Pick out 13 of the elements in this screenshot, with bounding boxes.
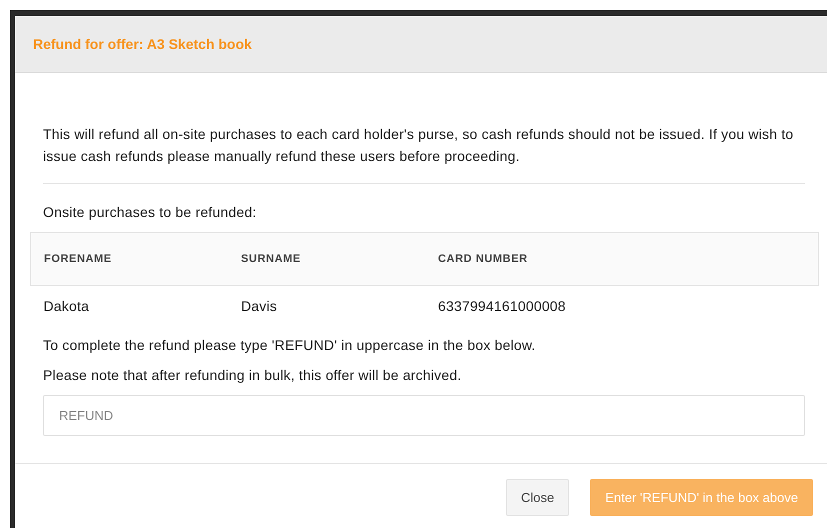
instruction-text: To complete the refund please type 'REFUND' in uppercase in the box below. <box>43 336 537 355</box>
note-text: Please note that after refunding in bulk, this offer will be archived. <box>43 366 462 385</box>
list-heading: Onsite purchases to be refunded: <box>43 203 258 222</box>
table-cell: 6337994161000008 <box>425 286 818 326</box>
close-button[interactable]: Close <box>506 479 570 516</box>
column-header: SURNAME <box>228 232 425 286</box>
column-header: FORENAME <box>30 232 228 286</box>
column-header: CARD NUMBER <box>425 232 818 286</box>
confirm-field[interactable]: REFUND <box>43 395 805 436</box>
table-cell: Davis <box>228 286 425 326</box>
table-cell: Dakota <box>30 286 228 326</box>
modal-title: Refund for offer: A3 Sketch book <box>33 36 252 52</box>
intro-text: This will refund all on-site purchases to each card holder's purse, so cash refunds should not be issued. If you wish to issue cash refunds please manually refund these users before proceeding. <box>43 125 794 166</box>
